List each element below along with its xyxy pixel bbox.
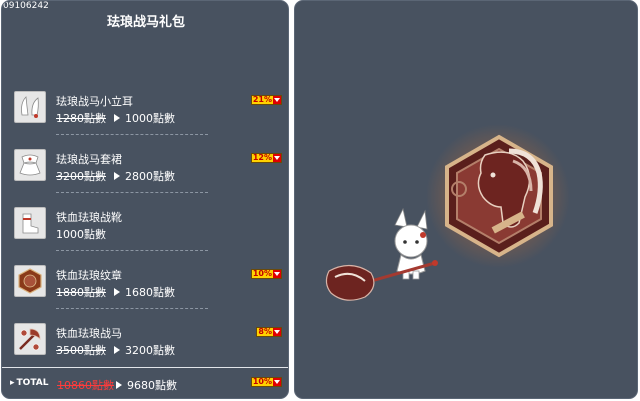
- item-old-price: 3200點數: [56, 170, 106, 183]
- down-arrow-icon: [273, 378, 281, 386]
- item-name: 铁血珐琅战马: [56, 327, 122, 340]
- discount-value: 10%: [251, 377, 273, 386]
- warhorse-weapon-icon: [14, 323, 46, 355]
- discount-badge: 10%: [250, 269, 282, 279]
- item-code: 09106242: [3, 1, 49, 11]
- item-price: 1280點數 1000點數: [56, 110, 175, 126]
- item-price: 3500點數 3200點數: [56, 342, 175, 358]
- divider: [56, 192, 208, 193]
- package-title: 珐琅战马礼包: [106, 15, 185, 30]
- item-price: 1880點數 1680點數: [56, 284, 175, 300]
- item-name: 铁血珐琅纹章: [56, 269, 122, 282]
- item-new-price: 2800點數: [125, 170, 175, 183]
- down-arrow-icon: [273, 96, 281, 104]
- discount-value: 12%: [251, 153, 273, 162]
- discount-badge: 8%: [256, 327, 282, 337]
- discount-badge: 12%: [250, 153, 282, 163]
- arrow-right-icon: [116, 381, 122, 389]
- item-old-price: 1880點數: [56, 286, 106, 299]
- warhorse-weapon-icon: [325, 260, 438, 301]
- total-new-price-value: 9680點數: [127, 379, 177, 392]
- item-new-price: 1000點數: [56, 228, 106, 241]
- discount-value: 10%: [251, 269, 273, 278]
- preview-scene: [325, 134, 553, 301]
- total-old-price: 10860點數: [57, 379, 114, 392]
- down-arrow-icon: [273, 270, 281, 278]
- total-row: TOTAL 10860點數 9680點數 10%: [2, 367, 288, 397]
- horse-ears-icon: [14, 91, 46, 123]
- down-arrow-icon: [273, 328, 281, 336]
- arrow-right-icon: [114, 172, 120, 180]
- divider: [56, 250, 208, 251]
- total-discount-badge: 10%: [250, 377, 282, 387]
- character-preview-panel: [294, 0, 638, 399]
- item-new-price: 1000點數: [125, 112, 175, 125]
- arrow-right-icon: [114, 114, 120, 122]
- package-item-dress[interactable]: 珐琅战马套裙 3200點數 2800點數 12%: [2, 145, 288, 199]
- down-arrow-icon: [273, 154, 281, 162]
- item-name: 珐琅战马小立耳: [56, 95, 133, 108]
- item-name: 铁血珐琅战靴: [56, 211, 122, 224]
- divider: [56, 308, 208, 309]
- item-price: 3200點數 2800點數: [56, 168, 175, 184]
- package-item-warhorse[interactable]: 铁血珐琅战马 3500點數 3200點數 8%: [2, 319, 288, 373]
- discount-value: 8%: [257, 327, 273, 336]
- package-item-boots[interactable]: 铁血珐琅战靴 1000點數: [2, 203, 288, 257]
- total-label: TOTAL: [10, 378, 49, 388]
- item-old-price: 1280點數: [56, 112, 106, 125]
- dress-icon: [14, 149, 46, 181]
- arrow-right-icon: [114, 346, 120, 354]
- boots-icon: [14, 207, 46, 239]
- package-details-panel: 09106242 珐琅战马礼包 珐琅战马小立耳 1280點數 1000點數 21…: [1, 0, 289, 399]
- discount-value: 21%: [251, 95, 273, 104]
- emblem-icon: [14, 265, 46, 297]
- item-old-price: 3500點數: [56, 344, 106, 357]
- item-new-price: 3200點數: [125, 344, 175, 357]
- total-new-price: 9680點數: [116, 377, 177, 393]
- arrow-right-icon: [114, 288, 120, 296]
- item-name: 珐琅战马套裙: [56, 153, 122, 166]
- divider: [56, 134, 208, 135]
- package-item-ears[interactable]: 珐琅战马小立耳 1280點數 1000點數 21%: [2, 87, 288, 141]
- package-item-emblem[interactable]: 铁血珐琅纹章 1880點數 1680點數 10%: [2, 261, 288, 315]
- discount-badge: 21%: [250, 95, 282, 105]
- item-new-price: 1680點數: [125, 286, 175, 299]
- hexagon-emblem-icon: [445, 134, 553, 258]
- item-price: 1000點數: [56, 226, 106, 242]
